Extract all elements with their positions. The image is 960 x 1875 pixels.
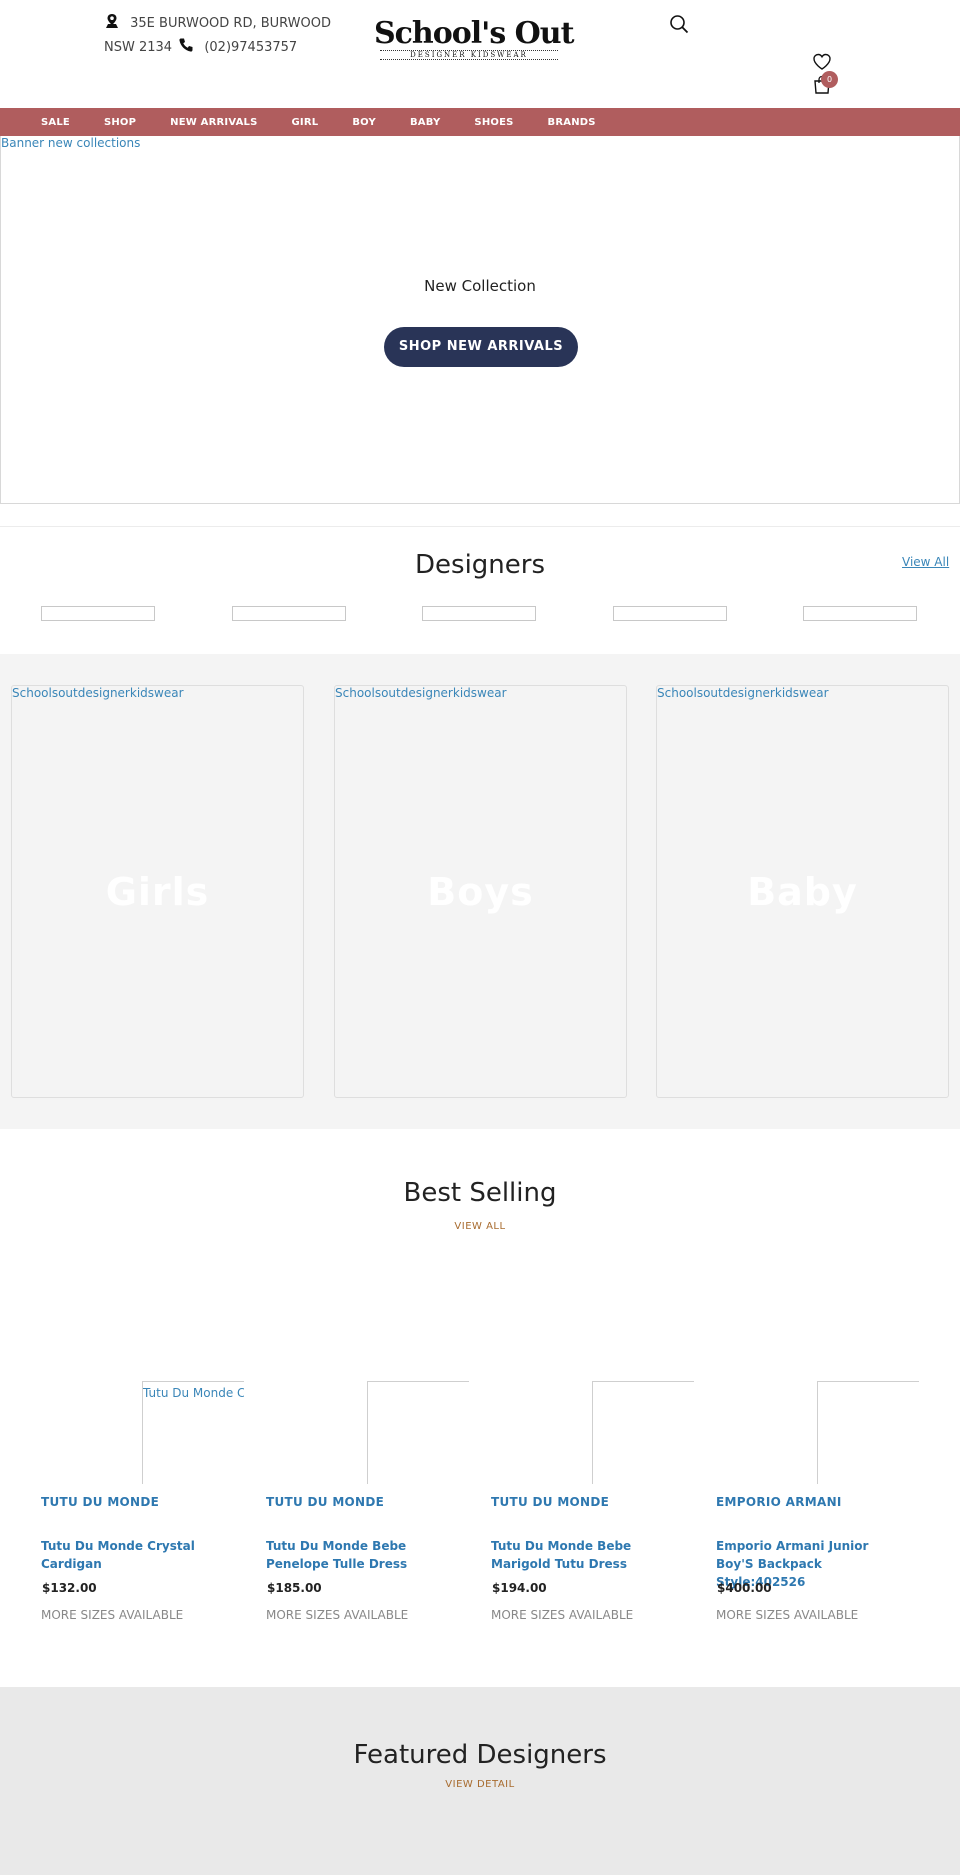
section-divider xyxy=(0,526,960,527)
nav-item-boy[interactable]: BOY xyxy=(352,117,376,128)
designer-logo[interactable] xyxy=(613,606,727,621)
nav-item-brands[interactable]: BRANDS xyxy=(548,117,596,128)
shop-new-arrivals-button[interactable]: SHOP NEW ARRIVALS xyxy=(384,327,578,367)
category-image-alt: Schoolsoutdesignerkidswear xyxy=(12,686,184,700)
product-card[interactable]: EMPORIO ARMANI Emporio Armani Junior Boy… xyxy=(716,1381,919,1641)
product-sizes-note: MORE SIZES AVAILABLE xyxy=(491,1608,634,1622)
product-image[interactable] xyxy=(817,1381,919,1484)
product-price: $194.00 xyxy=(492,1581,547,1595)
product-brand[interactable]: TUTU DU MONDE xyxy=(41,1495,159,1509)
banner-image-alt: Banner new collections xyxy=(1,136,141,150)
best-selling-view-all-link[interactable]: VIEW ALL xyxy=(0,1221,960,1232)
site-logo[interactable]: School's Out DESIGNER KIDSWEAR xyxy=(374,16,574,62)
category-image-alt: Schoolsoutdesignerkidswear xyxy=(335,686,507,700)
designer-logo[interactable] xyxy=(422,606,536,621)
designer-logo[interactable] xyxy=(41,606,155,621)
store-phone[interactable]: (02)97453757 xyxy=(204,40,297,55)
product-card[interactable]: Tutu Du Monde C TUTU DU MONDE Tutu Du Mo… xyxy=(41,1381,244,1641)
site-header: 35E BURWOOD RD, BURWOOD NSW 2134 (02)974… xyxy=(0,0,960,108)
nav-item-baby[interactable]: BABY xyxy=(410,117,440,128)
phone-icon xyxy=(179,38,193,52)
category-tile-girls[interactable]: Schoolsoutdesignerkidswear Girls xyxy=(11,685,304,1098)
category-tile-boys[interactable]: Schoolsoutdesignerkidswear Boys xyxy=(334,685,627,1098)
store-contact: 35E BURWOOD RD, BURWOOD NSW 2134 (02)974… xyxy=(104,12,364,60)
heart-icon[interactable] xyxy=(812,52,832,72)
map-pin-icon xyxy=(106,14,118,28)
designer-logo[interactable] xyxy=(232,606,346,621)
product-image[interactable]: Tutu Du Monde C xyxy=(142,1381,244,1484)
category-tile-baby[interactable]: Schoolsoutdesignerkidswear Baby xyxy=(656,685,949,1098)
product-sizes-note: MORE SIZES AVAILABLE xyxy=(266,1608,409,1622)
banner-title: New Collection xyxy=(424,277,536,295)
product-price: $185.00 xyxy=(267,1581,322,1595)
designer-logo-strip xyxy=(0,606,960,622)
designers-view-all-link[interactable]: View All xyxy=(902,555,949,569)
designer-logo[interactable] xyxy=(803,606,917,621)
hero-banner[interactable]: Banner new collections New Collection SH… xyxy=(0,136,960,504)
nav-item-shop[interactable]: SHOP xyxy=(104,117,136,128)
best-selling-heading: Best Selling xyxy=(403,1178,557,1208)
main-nav: SALE SHOP NEW ARRIVALS GIRL BOY BABY SHO… xyxy=(0,108,960,136)
category-label: Boys xyxy=(427,870,534,914)
category-image-alt: Schoolsoutdesignerkidswear xyxy=(657,686,829,700)
product-image-alt: Tutu Du Monde C xyxy=(143,1386,244,1400)
logo-wordmark: School's Out xyxy=(374,16,574,51)
category-label: Girls xyxy=(105,870,210,914)
product-brand[interactable]: TUTU DU MONDE xyxy=(266,1495,384,1509)
nav-item-sale[interactable]: SALE xyxy=(41,117,70,128)
logo-tagline: DESIGNER KIDSWEAR xyxy=(380,50,558,60)
product-sizes-note: MORE SIZES AVAILABLE xyxy=(716,1608,859,1622)
featured-designers-heading: Featured Designers xyxy=(353,1740,607,1770)
featured-view-detail-link[interactable]: VIEW DETAIL xyxy=(0,1779,960,1790)
product-sizes-note: MORE SIZES AVAILABLE xyxy=(41,1608,184,1622)
cart-count-badge: 0 xyxy=(821,71,838,88)
product-image[interactable] xyxy=(592,1381,694,1484)
product-card[interactable]: TUTU DU MONDE Tutu Du Monde Bebe Penelop… xyxy=(266,1381,469,1641)
nav-item-shoes[interactable]: SHOES xyxy=(474,117,513,128)
nav-item-girl[interactable]: GIRL xyxy=(292,117,319,128)
designers-heading: Designers xyxy=(415,550,545,580)
search-icon[interactable] xyxy=(669,14,689,34)
product-name[interactable]: Tutu Du Monde Bebe Penelope Tulle Dress xyxy=(266,1537,456,1573)
product-image[interactable] xyxy=(367,1381,469,1484)
product-card[interactable]: TUTU DU MONDE Tutu Du Monde Bebe Marigol… xyxy=(491,1381,694,1641)
product-brand[interactable]: TUTU DU MONDE xyxy=(491,1495,609,1509)
product-brand[interactable]: EMPORIO ARMANI xyxy=(716,1495,842,1509)
featured-designers-section: Featured Designers VIEW DETAIL xyxy=(0,1687,960,1875)
nav-item-new-arrivals[interactable]: NEW ARRIVALS xyxy=(170,117,257,128)
category-tiles-section: Schoolsoutdesignerkidswear Girls Schools… xyxy=(0,654,960,1129)
product-name[interactable]: Tutu Du Monde Bebe Marigold Tutu Dress xyxy=(491,1537,681,1573)
category-label: Baby xyxy=(747,870,858,914)
product-price: $132.00 xyxy=(42,1581,97,1595)
product-price: $400.00 xyxy=(717,1581,772,1595)
product-name[interactable]: Tutu Du Monde Crystal Cardigan xyxy=(41,1537,231,1573)
